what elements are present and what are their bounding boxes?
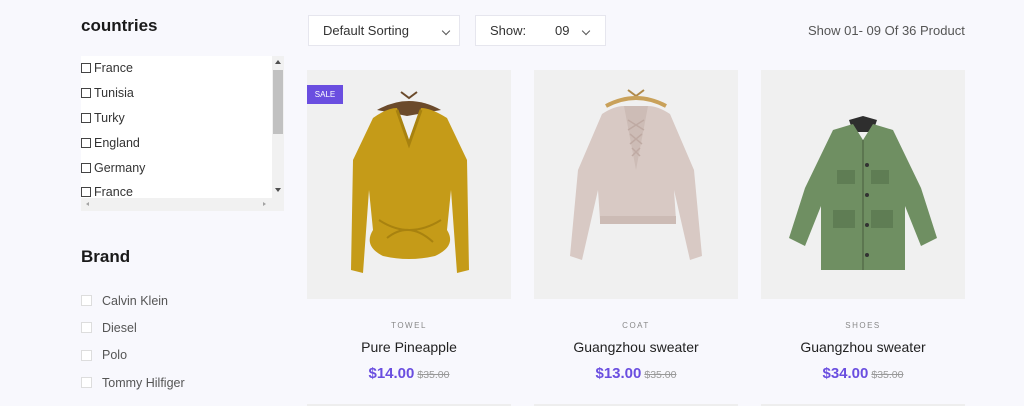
country-option[interactable]: Turky bbox=[81, 106, 271, 131]
product-prices: $13.00 $35.00 bbox=[534, 365, 738, 383]
product-category: SHOES bbox=[845, 321, 881, 330]
product-name[interactable]: Guangzhou sweater bbox=[534, 339, 738, 355]
country-option[interactable]: England bbox=[81, 130, 271, 155]
country-checkbox[interactable] bbox=[81, 187, 91, 198]
chevron-down-icon bbox=[581, 26, 591, 36]
sale-badge: SALE bbox=[307, 85, 343, 104]
show-value: 09 bbox=[555, 23, 570, 38]
product-prices: $34.00 $35.00 bbox=[761, 365, 965, 383]
country-checkbox[interactable] bbox=[81, 112, 91, 123]
scroll-right-icon[interactable] bbox=[263, 202, 266, 206]
country-option[interactable]: Tunisia bbox=[81, 81, 271, 106]
brand-checkbox[interactable] bbox=[81, 377, 92, 389]
country-option[interactable]: Germany bbox=[81, 155, 271, 180]
country-label: France bbox=[94, 61, 133, 76]
product-category: COAT bbox=[622, 321, 650, 330]
country-label: England bbox=[94, 135, 140, 150]
sweater-image bbox=[351, 91, 469, 273]
product-category: TOWEL bbox=[391, 321, 427, 330]
brand-option[interactable]: Diesel bbox=[81, 314, 185, 341]
product-price: $34.00 bbox=[822, 365, 869, 382]
product-card[interactable]: SALE TOWEL Pure Pineapple $14.00 $35.00 bbox=[307, 70, 511, 406]
country-option[interactable]: France bbox=[81, 56, 271, 81]
scroll-up-icon[interactable] bbox=[275, 60, 281, 64]
chevron-down-icon bbox=[441, 26, 451, 36]
sweater-image bbox=[570, 89, 702, 260]
scroll-down-icon[interactable] bbox=[275, 188, 281, 192]
product-old-price: $35.00 bbox=[871, 369, 904, 381]
jacket-image bbox=[789, 116, 937, 270]
sorting-dropdown[interactable]: Default Sorting bbox=[308, 15, 460, 46]
brand-option[interactable]: Calvin Klein bbox=[81, 287, 185, 314]
product-image-pink-lace-up-sweater[interactable] bbox=[534, 70, 738, 299]
brand-label: Diesel bbox=[102, 320, 137, 335]
country-checkbox[interactable] bbox=[81, 137, 91, 148]
brand-checkbox[interactable] bbox=[81, 295, 92, 307]
show-count-dropdown[interactable]: Show: 09 bbox=[475, 15, 606, 46]
show-label: Show: bbox=[490, 23, 527, 38]
scrollbar-thumb[interactable] bbox=[273, 70, 283, 134]
vertical-scrollbar[interactable] bbox=[272, 56, 284, 198]
countries-heading: countries bbox=[81, 16, 158, 35]
country-checkbox[interactable] bbox=[81, 88, 91, 99]
brand-label: Calvin Klein bbox=[102, 293, 169, 308]
product-old-price: $35.00 bbox=[417, 369, 450, 381]
product-name[interactable]: Pure Pineapple bbox=[307, 339, 511, 355]
product-price: $13.00 bbox=[595, 365, 642, 382]
product-image-mustard-sweater[interactable]: SALE bbox=[307, 70, 511, 299]
scroll-left-icon[interactable] bbox=[86, 202, 89, 206]
brand-checkbox[interactable] bbox=[81, 322, 92, 334]
product-old-price: $35.00 bbox=[644, 369, 677, 381]
brand-option[interactable]: Polo bbox=[81, 342, 185, 369]
result-count: Show 01- 09 Of 36 Product bbox=[808, 23, 965, 38]
horizontal-scrollbar[interactable] bbox=[81, 198, 284, 211]
product-card[interactable]: SHOES Guangzhou sweater $34.00 $35.00 bbox=[761, 70, 965, 406]
product-name[interactable]: Guangzhou sweater bbox=[761, 339, 965, 355]
brand-checkbox[interactable] bbox=[81, 349, 92, 361]
product-price: $14.00 bbox=[368, 365, 415, 382]
country-label: Turky bbox=[94, 110, 125, 125]
sorting-label: Default Sorting bbox=[323, 23, 409, 38]
country-label: Tunisia bbox=[94, 86, 134, 101]
brand-heading: Brand bbox=[81, 247, 131, 266]
brand-label: Polo bbox=[102, 348, 128, 363]
product-card[interactable]: COAT Guangzhou sweater $13.00 $35.00 bbox=[534, 70, 738, 406]
brand-option[interactable]: Tommy Hilfiger bbox=[81, 369, 185, 396]
brand-list: Calvin Klein Diesel Polo Tommy Hilfiger bbox=[81, 287, 185, 396]
product-image-green-jacket[interactable] bbox=[761, 70, 965, 299]
brand-label: Tommy Hilfiger bbox=[102, 375, 185, 390]
countries-list: France Tunisia Turky England Germany Fra… bbox=[81, 56, 271, 205]
country-checkbox[interactable] bbox=[81, 63, 91, 74]
countries-scroll-list[interactable]: France Tunisia Turky England Germany Fra… bbox=[81, 56, 284, 211]
country-label: Germany bbox=[94, 160, 146, 175]
country-checkbox[interactable] bbox=[81, 162, 91, 173]
product-prices: $14.00 $35.00 bbox=[307, 365, 511, 383]
